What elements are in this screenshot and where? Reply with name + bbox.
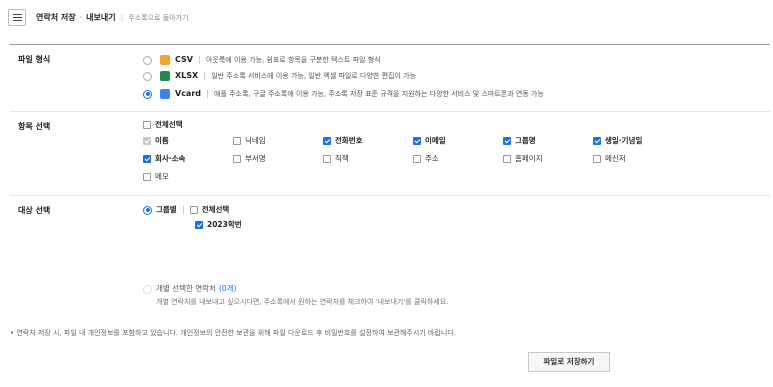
individual-label: 개별 선택한 연락처 <box>156 284 216 293</box>
groups-select-all-checkbox[interactable] <box>189 206 198 214</box>
fields-select-all-checkbox[interactable] <box>143 121 151 129</box>
field-selection-row: 항목 선택 전체선택 이름 닉네임 전화번호 이메일 그룹명 생일·기념일 회사… <box>10 111 770 195</box>
field-label: 메신저 <box>605 154 626 163</box>
field-label: 그룹명 <box>515 136 536 145</box>
target-divider <box>182 206 184 214</box>
field-label: 직책 <box>335 154 349 163</box>
by-group-label: 그룹별 <box>156 205 177 214</box>
field-checkbox[interactable] <box>143 173 151 181</box>
field-item-memo[interactable]: 메모 <box>143 172 169 182</box>
field-checkbox[interactable] <box>233 155 241 163</box>
field-checkbox[interactable] <box>233 137 241 145</box>
field-checkbox <box>143 137 151 145</box>
vcard-divider <box>207 90 209 98</box>
target-individual-option[interactable]: 개별 선택한 연락처 (0개) <box>143 284 237 294</box>
csv-description: 아웃룩에 이용 가능, 쉼표로 항목을 구분한 텍스트 파일 형식 <box>205 56 381 64</box>
field-label: 이메일 <box>425 136 446 145</box>
format-option-csv[interactable]: CSV 아웃룩에 이용 가능, 쉼표로 항목을 구분한 텍스트 파일 형식 <box>143 55 381 65</box>
xlsx-divider <box>204 72 206 80</box>
save-to-file-button[interactable]: 파일로 저장하기 <box>528 352 610 372</box>
vcard-file-icon <box>160 89 170 99</box>
field-checkbox[interactable] <box>503 155 511 163</box>
group-label: 2023학번 <box>207 220 242 229</box>
breadcrumb-divider: | <box>120 13 124 22</box>
field-checkbox[interactable] <box>593 155 601 163</box>
target-by-group-option[interactable]: 그룹별 전체선택 <box>143 205 229 215</box>
field-item-birthday[interactable]: 생일·기념일 <box>593 136 642 146</box>
field-label: 메모 <box>155 172 169 181</box>
back-to-addressbook-link[interactable]: 주소록으로 돌아가기 <box>128 14 188 22</box>
vcard-radio[interactable] <box>143 89 152 99</box>
csv-label: CSV <box>175 55 193 64</box>
field-label: 주소 <box>425 154 439 163</box>
field-checkbox[interactable] <box>143 155 151 163</box>
field-item-company[interactable]: 회사·소속 <box>143 154 185 164</box>
csv-radio[interactable] <box>143 55 152 65</box>
xlsx-radio[interactable] <box>143 71 152 81</box>
fields-select-all[interactable]: 전체선택 <box>143 120 183 130</box>
export-settings-panel: 파일 형식 CSV 아웃룩에 이용 가능, 쉼표로 항목을 구분한 텍스트 파일… <box>10 44 770 316</box>
format-option-vcard[interactable]: Vcard 애플 주소록, 구글 주소록에 이용 가능, 주소록 저장 표준 규… <box>143 89 544 99</box>
field-item-messenger[interactable]: 메신저 <box>593 154 626 164</box>
field-label: 홈페이지 <box>515 154 543 163</box>
field-item-nickname[interactable]: 닉네임 <box>233 136 266 146</box>
xlsx-description: 일반 주소록 서비스에 이용 가능, 일반 엑셀 파일로 다양한 편집이 가능 <box>211 72 416 80</box>
breadcrumb-dot: · <box>79 13 83 22</box>
fields-select-all-label: 전체선택 <box>155 120 183 129</box>
field-item-position[interactable]: 직책 <box>323 154 349 164</box>
file-format-row: 파일 형식 CSV 아웃룩에 이용 가능, 쉼표로 항목을 구분한 텍스트 파일… <box>10 45 770 111</box>
excel-file-icon <box>160 71 170 81</box>
groups-select-all-label: 전체선택 <box>201 205 230 214</box>
field-checkbox[interactable] <box>503 137 511 145</box>
group-item[interactable]: 2023학번 <box>195 220 242 230</box>
csv-file-icon <box>160 55 170 65</box>
field-checkbox[interactable] <box>323 155 331 163</box>
target-selection-row: 대상 선택 그룹별 전체선택 2023학번 개별 선택한 연락처 (0개) 개별… <box>10 195 770 316</box>
top-bar: 연락처 저장 · 내보내기 | 주소록으로 돌아가기 <box>0 0 773 36</box>
individual-hint-text: 개별 연락처를 내보내고 싶으시다면, 주소록에서 원하는 연락처를 체크하여 … <box>156 298 449 306</box>
target-selection-label: 대상 선택 <box>18 206 51 215</box>
field-item-name: 이름 <box>143 136 169 146</box>
format-option-xlsx[interactable]: XLSX 일반 주소록 서비스에 이용 가능, 일반 엑셀 파일로 다양한 편집… <box>143 71 416 81</box>
field-item-group[interactable]: 그룹명 <box>503 136 536 146</box>
page-title: 연락처 저장 <box>36 13 76 22</box>
individual-radio[interactable] <box>143 284 152 294</box>
field-label: 부서명 <box>245 154 266 163</box>
vcard-description: 애플 주소록, 구글 주소록에 이용 가능, 주소록 저장 표준 규격을 지원하… <box>214 90 544 98</box>
individual-count: (0개) <box>218 284 237 293</box>
csv-divider <box>198 56 200 64</box>
field-checkbox[interactable] <box>413 155 421 163</box>
breadcrumb: 연락처 저장 · 내보내기 | 주소록으로 돌아가기 <box>36 12 188 24</box>
privacy-notice: • 연락처 저장 시, 파일 내 개인정보를 포함하고 있습니다. 개인정보의 … <box>10 329 456 337</box>
field-item-homepage[interactable]: 홈페이지 <box>503 154 543 164</box>
hamburger-menu-icon[interactable] <box>8 9 26 26</box>
field-label: 닉네임 <box>245 136 266 145</box>
group-checkbox[interactable] <box>195 221 203 229</box>
individual-hint: 개별 연락처를 내보내고 싶으시다면, 주소록에서 원하는 연락처를 체크하여 … <box>156 297 448 307</box>
field-selection-label: 항목 선택 <box>18 122 51 131</box>
field-label: 회사·소속 <box>155 154 186 163</box>
field-label: 이름 <box>155 136 169 145</box>
vcard-label: Vcard <box>175 89 202 98</box>
by-group-radio[interactable] <box>143 205 152 215</box>
field-item-department[interactable]: 부서명 <box>233 154 266 164</box>
field-checkbox[interactable] <box>593 137 601 145</box>
field-checkbox[interactable] <box>323 137 331 145</box>
field-checkbox[interactable] <box>413 137 421 145</box>
field-item-address[interactable]: 주소 <box>413 154 439 164</box>
field-label: 전화번호 <box>335 136 363 145</box>
file-format-label: 파일 형식 <box>18 55 51 64</box>
page-subtitle: 내보내기 <box>86 13 116 22</box>
field-item-email[interactable]: 이메일 <box>413 136 446 146</box>
xlsx-label: XLSX <box>175 71 199 80</box>
field-item-phone[interactable]: 전화번호 <box>323 136 363 146</box>
field-label: 생일·기념일 <box>605 136 643 145</box>
